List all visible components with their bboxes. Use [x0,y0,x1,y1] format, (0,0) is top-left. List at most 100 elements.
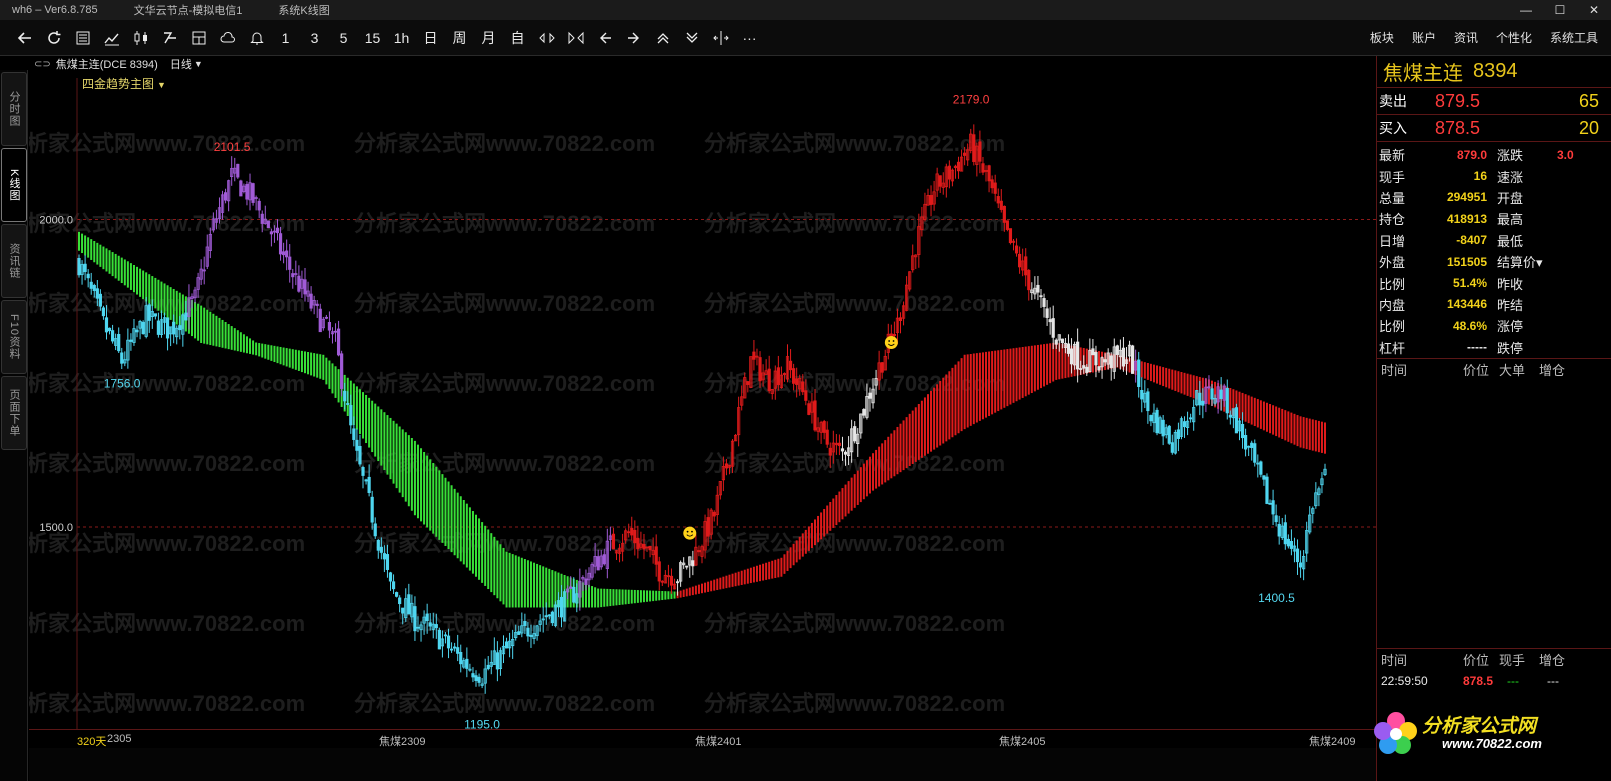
line-chart-icon[interactable] [97,25,126,51]
next-icon[interactable] [619,25,648,51]
kline-svg: 分析家公式网www.70822.com 分析家公式网www.70822.com 分析… [29,78,1376,732]
candle-body [401,607,405,614]
candle-body [752,351,756,360]
maximize-button[interactable]: ☐ [1543,3,1577,17]
period-1-button[interactable]: 1 [271,25,300,51]
candle-body [529,634,533,637]
period-select[interactable]: 日线 [170,56,192,72]
candle-body [1024,256,1028,276]
smiley-eye [888,340,891,342]
quote-cell: 开盘 [1497,190,1524,206]
candle-body [1027,269,1031,291]
x-label-0: 2305 [107,733,132,745]
candle-body [1262,475,1266,480]
candle-body [938,175,942,187]
back-arrow-icon[interactable] [10,25,39,51]
link-icon[interactable]: ⊂⊃ [34,59,51,70]
candle-body [373,523,377,537]
chart-symbol[interactable]: 焦煤主连(DCE 8394) [56,56,158,72]
minimize-button[interactable]: — [1509,3,1543,17]
candle-body [343,390,347,402]
quote-cell: 现手 [1379,169,1406,185]
x-axis: 320天 2305 焦煤2309 焦煤2401 焦煤2405 焦煤2409 [29,729,1376,748]
watermark-text: 分析家公式网www.70822.com [704,531,1005,556]
candle-body [288,256,292,270]
chevron-down-icon[interactable]: ▼ [194,59,203,69]
menu-sectors[interactable]: 板块 [1361,29,1403,46]
period-5-button[interactable]: 5 [329,25,358,51]
tab-news-chain[interactable]: 资讯链 [1,224,27,298]
crosshair-icon[interactable] [706,25,735,51]
candle-body [147,304,151,321]
candle-body [1054,339,1058,345]
candle-body [990,179,994,189]
candle-body [636,537,640,550]
quote-cell: 总量 [1379,190,1406,206]
period-week-button[interactable]: 周 [445,25,474,51]
menu-account[interactable]: 账户 [1403,29,1445,46]
candle-body [1146,391,1150,412]
candle-body [474,675,478,681]
candle-body [807,403,811,415]
list-icon[interactable] [68,25,97,51]
candle-body [165,317,170,339]
period-day-button[interactable]: 日 [416,25,445,51]
tab-order[interactable]: 页面下单 [1,376,27,450]
quote-cell: 比例 [1379,319,1406,335]
period-month-button[interactable]: 月 [474,25,503,51]
candle-body [141,321,145,335]
candle-body [1066,343,1071,354]
menu-personalize[interactable]: 个性化 [1487,29,1541,46]
period-3-button[interactable]: 3 [300,25,329,51]
quote-cell: 速涨 [1497,169,1524,185]
menu-news[interactable]: 资讯 [1445,29,1487,46]
period-custom-button[interactable]: 自 [503,25,532,51]
candle-body [135,329,139,333]
tab-f10[interactable]: F10资料 [1,300,27,374]
candle-body [611,533,616,550]
server-name: 文华云节点-模拟电信1 [133,5,243,17]
candle-body [425,613,429,622]
candle-body [86,273,90,279]
quote-cell: 持仓 [1379,212,1406,228]
chevron-down-icon: ▼ [157,80,166,90]
cloud-icon[interactable] [213,25,242,51]
period-1h-button[interactable]: 1h [387,25,416,51]
zoom-out-icon[interactable] [561,25,590,51]
candle-body [471,673,475,678]
tab-kline[interactable]: K线图 [1,148,27,222]
candle-icon[interactable] [126,25,155,51]
prev-icon[interactable] [590,25,619,51]
flower-logo-icon [1374,712,1417,754]
candle-body [101,307,106,317]
candle-body [956,161,961,172]
period-15-button[interactable]: 15 [358,25,387,51]
down-icon[interactable] [677,25,706,51]
candle-body [523,621,527,626]
kline-chart[interactable]: 分析家公式网www.70822.com 分析家公式网www.70822.com 分析… [29,56,1376,748]
close-button[interactable]: ✕ [1577,3,1611,17]
candle-body [275,227,280,234]
panel-icon[interactable] [184,25,213,51]
candle-body [282,251,286,256]
big-orders-list[interactable] [1377,380,1611,648]
app-version: wh6 – Ver6.8.785 [12,4,98,16]
candle-body [776,367,780,386]
more-button[interactable]: ··· [735,25,764,51]
quote-cell: 跌停 [1497,340,1524,356]
indicator-select[interactable]: 四金趋势主图 ▼ [82,75,166,92]
up-icon[interactable] [648,25,677,51]
candle-body [486,664,490,670]
candle-body [1155,409,1159,434]
bell-icon[interactable] [242,25,271,51]
refresh-icon[interactable] [39,25,68,51]
zoom-in-icon[interactable] [532,25,561,51]
menu-system-tools[interactable]: 系统工具 [1541,29,1607,46]
candle-body [172,321,176,335]
candle-body [1234,407,1239,434]
tab-intraday[interactable]: 分时图 [1,72,27,146]
quote-title: 焦煤主连 8394 [1377,56,1611,88]
candle-body [1219,389,1223,400]
split-icon[interactable] [155,25,184,51]
chart-scrollbar[interactable] [29,748,1376,781]
